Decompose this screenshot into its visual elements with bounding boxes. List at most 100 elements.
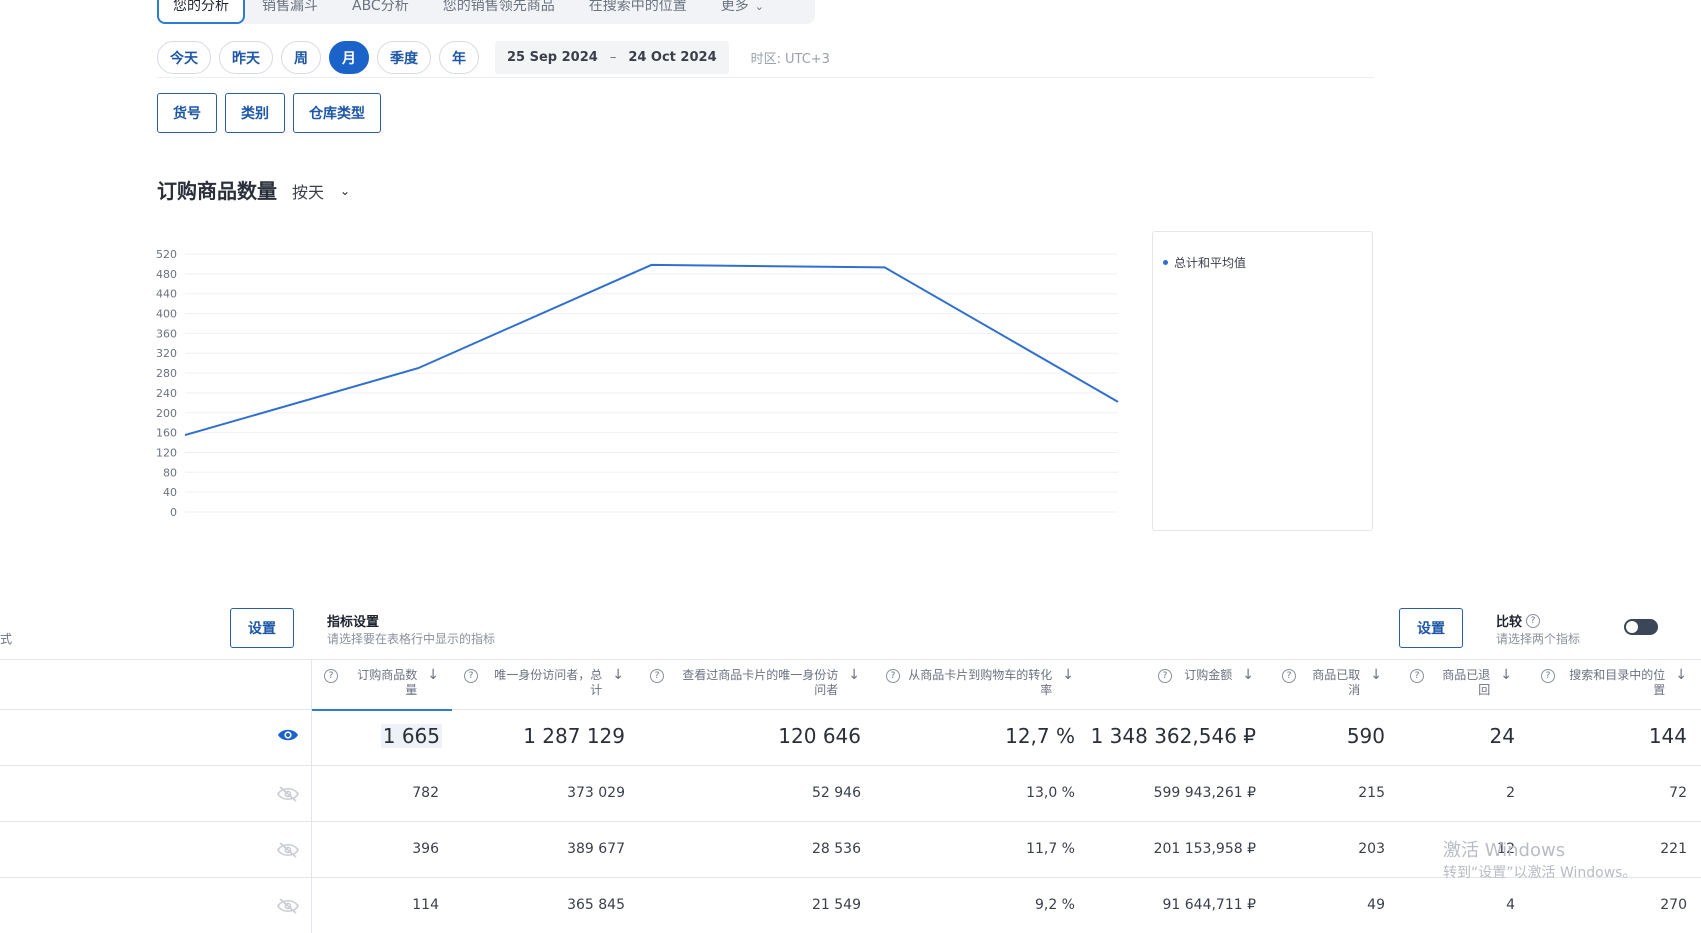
granularity-dropdown[interactable]: 按天 ⌄	[292, 179, 350, 203]
legend-item-total[interactable]: 总计和平均值	[1163, 254, 1246, 271]
table-cell: 24	[1489, 724, 1515, 748]
sort-arrow-icon[interactable]: ↓	[427, 667, 439, 683]
period-today-button[interactable]: 今天	[157, 41, 211, 74]
period-quarter-button[interactable]: 季度	[377, 41, 431, 74]
table-header: ? 订购商品数量 ↓ ? 唯一身份访问者，总计 ↓ ? 查看过商品卡片的唯一身份…	[0, 659, 1701, 711]
legend-dot-icon	[1163, 260, 1168, 265]
compare-subtitle: 请选择两个指标	[1496, 632, 1581, 646]
tab-sales-funnel[interactable]: 销售漏斗	[245, 0, 335, 16]
y-tick-label: 200	[156, 407, 177, 420]
toggle-knob	[1626, 621, 1638, 633]
table-cell: 1 665	[380, 724, 442, 748]
table-cell: 365 845	[567, 897, 625, 913]
tab-search-position[interactable]: 在搜索中的位置	[572, 0, 704, 16]
table-row: 114 365 845 21 549 9,2 % 91 644,711 ₽ 49…	[0, 878, 1701, 933]
table-cell: 389 677	[567, 841, 625, 857]
filter-warehouse-type-button[interactable]: 仓库类型	[293, 93, 381, 133]
table-cell: 21 549	[812, 897, 861, 913]
table-row: 782 373 029 52 946 13,0 % 599 943,261 ₽ …	[0, 766, 1701, 822]
help-icon[interactable]: ?	[1541, 669, 1555, 683]
column-header-cart-conversion[interactable]: ? 从商品卡片到购物车的转化率 ↓	[886, 667, 1074, 706]
date-separator: –	[609, 50, 617, 65]
y-tick-label: 160	[156, 427, 177, 440]
eye-off-icon[interactable]	[277, 786, 299, 806]
tab-sales-leaders[interactable]: 您的销售领先商品	[426, 0, 572, 16]
y-tick-label: 360	[156, 327, 177, 340]
table-cell: 13,0 %	[1026, 785, 1075, 801]
sort-arrow-icon[interactable]: ↓	[1242, 667, 1254, 683]
windows-activation-watermark-sub: 转到“设置”以激活 Windows。	[1443, 865, 1637, 881]
help-icon[interactable]: ?	[464, 669, 478, 683]
table-cell: 52 946	[812, 785, 861, 801]
table-cell: 221	[1660, 841, 1687, 857]
help-icon[interactable]: ?	[1282, 669, 1296, 683]
filter-sku-button[interactable]: 货号	[157, 93, 217, 133]
period-selector: 今天 昨天 周 月 季度 年 25 Sep 2024 – 24 Oct 2024…	[157, 41, 830, 74]
column-header-returned[interactable]: ? 商品已退回 ↓	[1410, 667, 1512, 706]
table-cell: 9,2 %	[1034, 897, 1075, 913]
y-tick-label: 400	[156, 308, 177, 321]
table-row: 1 665 1 287 129 120 646 12,7 % 1 348 362…	[0, 710, 1701, 766]
column-header-unique-visitors[interactable]: ? 唯一身份访问者，总计 ↓	[464, 667, 624, 706]
period-week-button[interactable]: 周	[281, 41, 321, 74]
table-cell: 270	[1660, 897, 1687, 913]
tab-your-analysis[interactable]: 您的分析	[157, 0, 245, 24]
period-yesterday-button[interactable]: 昨天	[219, 41, 273, 74]
y-tick-label: 0	[170, 506, 177, 519]
eye-off-icon[interactable]	[277, 898, 299, 918]
chart-legend: 总计和平均值	[1152, 231, 1373, 531]
y-tick-label: 40	[163, 486, 177, 499]
column-header-cancelled[interactable]: ? 商品已取消 ↓	[1282, 667, 1382, 706]
sort-arrow-icon[interactable]: ↓	[612, 667, 624, 683]
column-header-card-visitors[interactable]: ? 查看过商品卡片的唯一身份访问者 ↓	[650, 667, 860, 706]
table-cell: 49	[1367, 897, 1385, 913]
compare-toggle[interactable]	[1624, 619, 1658, 635]
y-tick-label: 240	[156, 387, 177, 400]
tab-more[interactable]: 更多 ⌄	[704, 0, 781, 17]
sort-arrow-icon[interactable]: ↓	[848, 667, 860, 683]
legend-label: 总计和平均值	[1174, 256, 1247, 270]
filter-buttons: 货号 类别 仓库类型	[157, 93, 389, 133]
help-icon[interactable]: ?	[324, 669, 338, 683]
table-cell: 144	[1648, 724, 1687, 748]
period-year-button[interactable]: 年	[439, 41, 479, 74]
series-line[interactable]	[184, 263, 1119, 437]
left-panel-label: 式	[0, 632, 13, 646]
table-cell: 12,7 %	[1005, 724, 1075, 748]
column-header-search-position[interactable]: ? 搜索和目录中的位置 ↓	[1541, 667, 1687, 706]
metric-settings-button[interactable]: 设置	[1399, 608, 1463, 648]
y-tick-label: 80	[163, 466, 177, 479]
sort-arrow-icon[interactable]: ↓	[1062, 667, 1074, 683]
filter-category-button[interactable]: 类别	[225, 93, 285, 133]
sort-arrow-icon[interactable]: ↓	[1675, 667, 1687, 683]
column-header-order-amount[interactable]: ? 订购金额 ↓	[1158, 667, 1254, 706]
y-tick-label: 520	[156, 248, 177, 261]
date-start: 25 Sep 2024	[507, 50, 598, 65]
granularity-label: 按天	[292, 183, 325, 202]
windows-activation-watermark: 激活 Windows	[1443, 840, 1566, 861]
sort-arrow-icon[interactable]: ↓	[1370, 667, 1382, 683]
left-settings-button[interactable]: 设置	[230, 608, 294, 648]
eye-off-icon[interactable]	[277, 842, 299, 862]
help-icon[interactable]: ?	[650, 669, 664, 683]
table-cell: 590	[1346, 724, 1385, 748]
help-icon[interactable]: ?	[1526, 613, 1541, 628]
help-icon[interactable]: ?	[886, 669, 900, 683]
table-cell: 203	[1358, 841, 1385, 857]
eye-icon[interactable]	[277, 727, 299, 747]
y-tick-label: 440	[156, 288, 177, 301]
chart-title: 订购商品数量	[157, 179, 277, 203]
help-icon[interactable]: ?	[1410, 669, 1424, 683]
column-header-ordered-qty[interactable]: ? 订购商品数量 ↓	[324, 667, 439, 706]
sort-arrow-icon[interactable]: ↓	[1500, 667, 1512, 683]
table-cell: 215	[1358, 785, 1385, 801]
analytics-page: 您的分析 销售漏斗 ABC分析 您的销售领先商品 在搜索中的位置 更多 ⌄ 今天 …	[0, 0, 1701, 933]
tab-abc-analysis[interactable]: ABC分析	[335, 0, 426, 16]
date-end: 24 Oct 2024	[628, 50, 717, 65]
chevron-down-icon: ⌄	[340, 184, 351, 198]
table-cell: 373 029	[567, 785, 625, 801]
date-range-picker[interactable]: 25 Sep 2024 – 24 Oct 2024	[495, 41, 729, 74]
period-month-button[interactable]: 月	[329, 41, 369, 74]
help-icon[interactable]: ?	[1158, 669, 1172, 683]
table-cell: 28 536	[812, 841, 861, 857]
